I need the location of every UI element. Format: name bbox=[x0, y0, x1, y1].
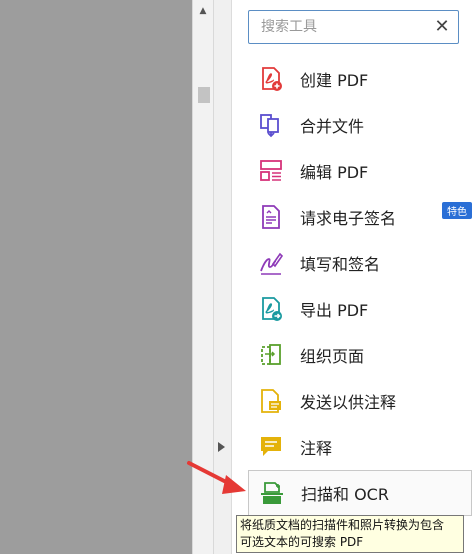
tool-label: 导出 PDF bbox=[300, 301, 369, 320]
tool-request-signature[interactable]: 请求电子签名 特色 bbox=[248, 194, 472, 240]
edit-pdf-icon bbox=[260, 160, 282, 181]
tool-label: 创建 PDF bbox=[300, 71, 369, 90]
fill-sign-icon bbox=[260, 252, 284, 275]
tooltip-line: 可选文本的可搜索 PDF bbox=[240, 535, 364, 549]
featured-badge: 特色 bbox=[442, 202, 472, 219]
red-arrow-annotation-icon bbox=[187, 461, 246, 494]
tool-combine-files[interactable]: 合并文件 bbox=[248, 102, 472, 148]
tool-edit-pdf[interactable]: 编辑 PDF bbox=[248, 148, 472, 194]
tool-label: 注释 bbox=[300, 439, 333, 458]
request-signature-icon bbox=[262, 205, 280, 229]
tooltip: 将纸质文档的扫描件和照片转换为包含 可选文本的可搜索 PDF bbox=[236, 515, 464, 553]
tool-list: 创建 PDF 合并文件 编辑 PDF 请求电子签名 特色 填写和签名 导出 PD… bbox=[248, 56, 472, 516]
close-icon[interactable]: ✕ bbox=[434, 18, 450, 36]
organize-pages-icon bbox=[261, 344, 281, 365]
send-for-comments-icon bbox=[261, 389, 281, 413]
tool-label: 扫描和 OCR bbox=[301, 485, 389, 504]
tool-label: 请求电子签名 bbox=[300, 209, 397, 228]
tool-label: 发送以供注释 bbox=[300, 393, 397, 412]
comment-icon bbox=[261, 437, 281, 456]
tool-export-pdf[interactable]: 导出 PDF bbox=[248, 286, 472, 332]
tool-organize-pages[interactable]: 组织页面 bbox=[248, 332, 472, 378]
create-pdf-icon bbox=[262, 67, 282, 91]
scan-ocr-icon bbox=[261, 482, 283, 504]
search-input[interactable] bbox=[249, 11, 429, 43]
tool-label: 合并文件 bbox=[300, 117, 365, 136]
tool-label: 组织页面 bbox=[300, 347, 365, 366]
tool-label: 编辑 PDF bbox=[300, 163, 369, 182]
tool-comment[interactable]: 注释 bbox=[248, 424, 472, 470]
scroll-up-arrow-icon[interactable]: ▲ bbox=[193, 4, 213, 18]
tool-scan-ocr[interactable]: 扫描和 OCR bbox=[248, 470, 472, 516]
export-pdf-icon bbox=[262, 297, 282, 321]
collapse-panel-arrow-icon[interactable] bbox=[218, 442, 225, 452]
tool-label: 填写和签名 bbox=[300, 255, 381, 274]
tool-create-pdf[interactable]: 创建 PDF bbox=[248, 56, 472, 102]
combine-files-icon bbox=[260, 114, 279, 138]
scroll-thumb[interactable] bbox=[198, 87, 210, 103]
search-box[interactable]: ✕ bbox=[248, 10, 459, 44]
tools-panel: ✕ 创建 PDF 合并文件 bbox=[232, 0, 472, 554]
tool-send-for-comments[interactable]: 发送以供注释 bbox=[248, 378, 472, 424]
tooltip-line: 将纸质文档的扫描件和照片转换为包含 bbox=[240, 518, 445, 532]
tool-fill-and-sign[interactable]: 填写和签名 bbox=[248, 240, 472, 286]
document-area bbox=[0, 0, 192, 554]
